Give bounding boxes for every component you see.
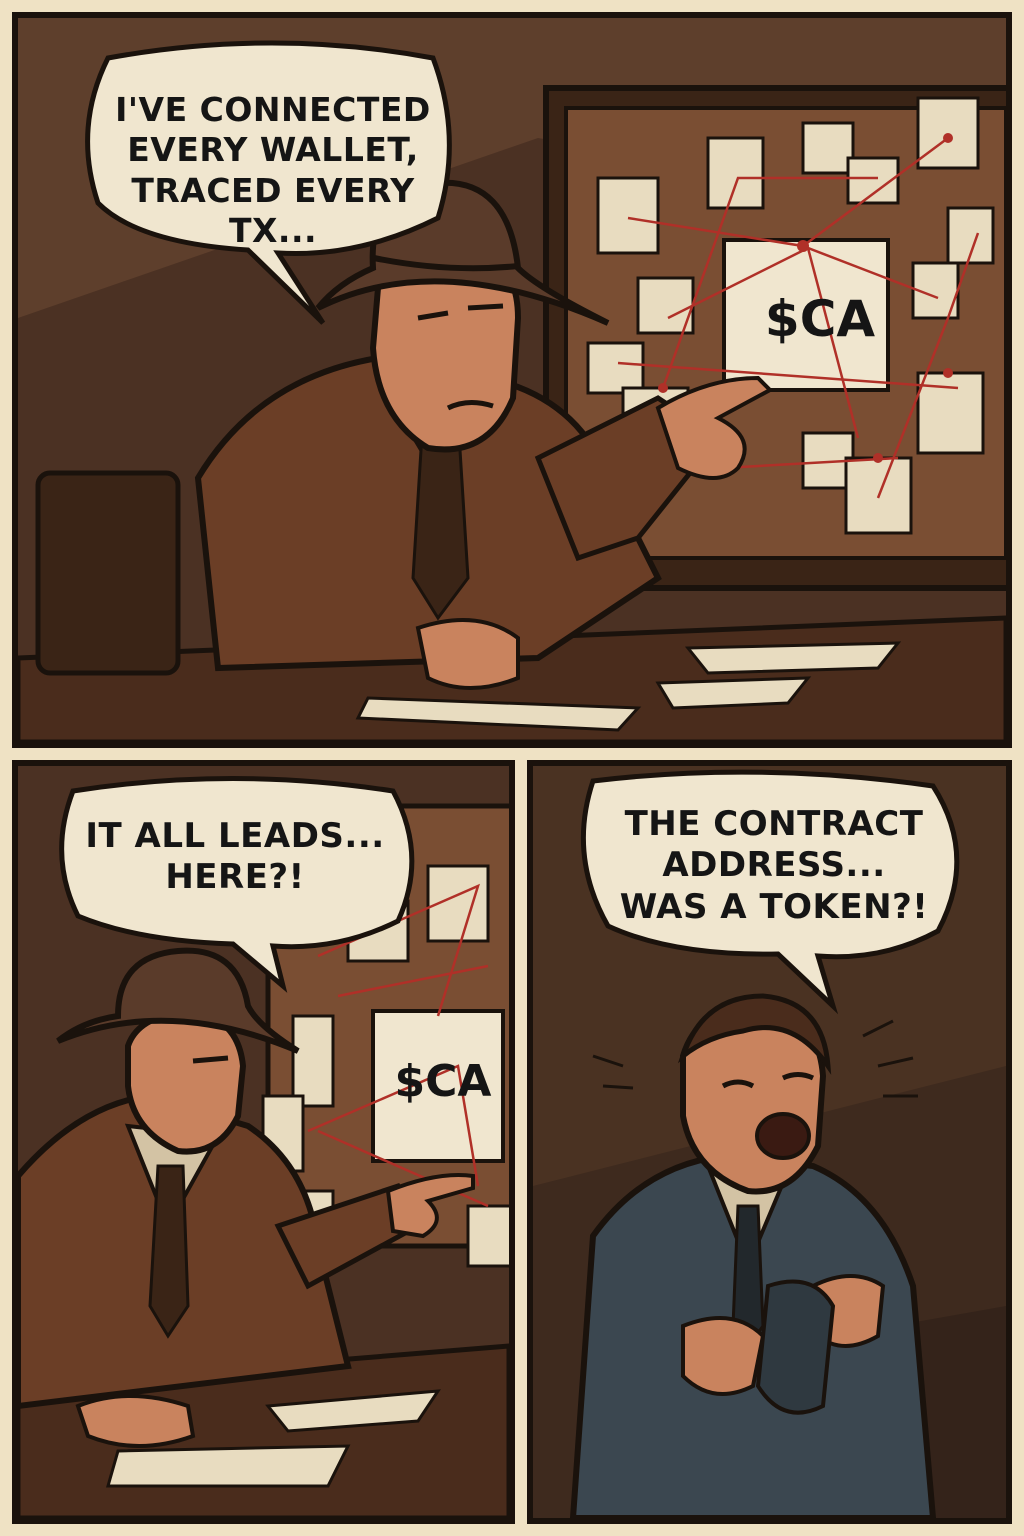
speech-line: EVERY WALLET,	[127, 130, 419, 170]
panel-2: IT ALL LEADS... HERE?! $CA	[12, 760, 515, 1524]
board-label-ca: $CA	[394, 1056, 492, 1107]
speech-line: TRACED EVERY	[131, 170, 415, 210]
speech-line: WAS A TOKEN?!	[619, 886, 929, 927]
speech-bubble-3-text: THE CONTRACT ADDRESS... WAS A TOKEN?!	[593, 804, 955, 928]
board-label-ca: $CA	[764, 290, 876, 348]
speech-line: I'VE CONNECTED	[115, 90, 431, 129]
panel-1: I'VE CONNECTED EVERY WALLET, TRACED EVER…	[12, 12, 1012, 748]
speech-bubble-2-text: IT ALL LEADS... HERE?!	[66, 816, 404, 899]
speech-line: ADDRESS...	[662, 845, 886, 886]
comic-page: I'VE CONNECTED EVERY WALLET, TRACED EVER…	[0, 0, 1024, 1536]
speech-line: TX...	[228, 210, 318, 250]
speech-line: IT ALL LEADS...	[85, 816, 385, 856]
speech-line: THE CONTRACT	[624, 804, 924, 844]
panel-3: THE CONTRACT ADDRESS... WAS A TOKEN?!	[527, 760, 1012, 1524]
speech-line: HERE?!	[165, 857, 305, 898]
speech-bubble-1-text: I'VE CONNECTED EVERY WALLET, TRACED EVER…	[108, 90, 438, 251]
